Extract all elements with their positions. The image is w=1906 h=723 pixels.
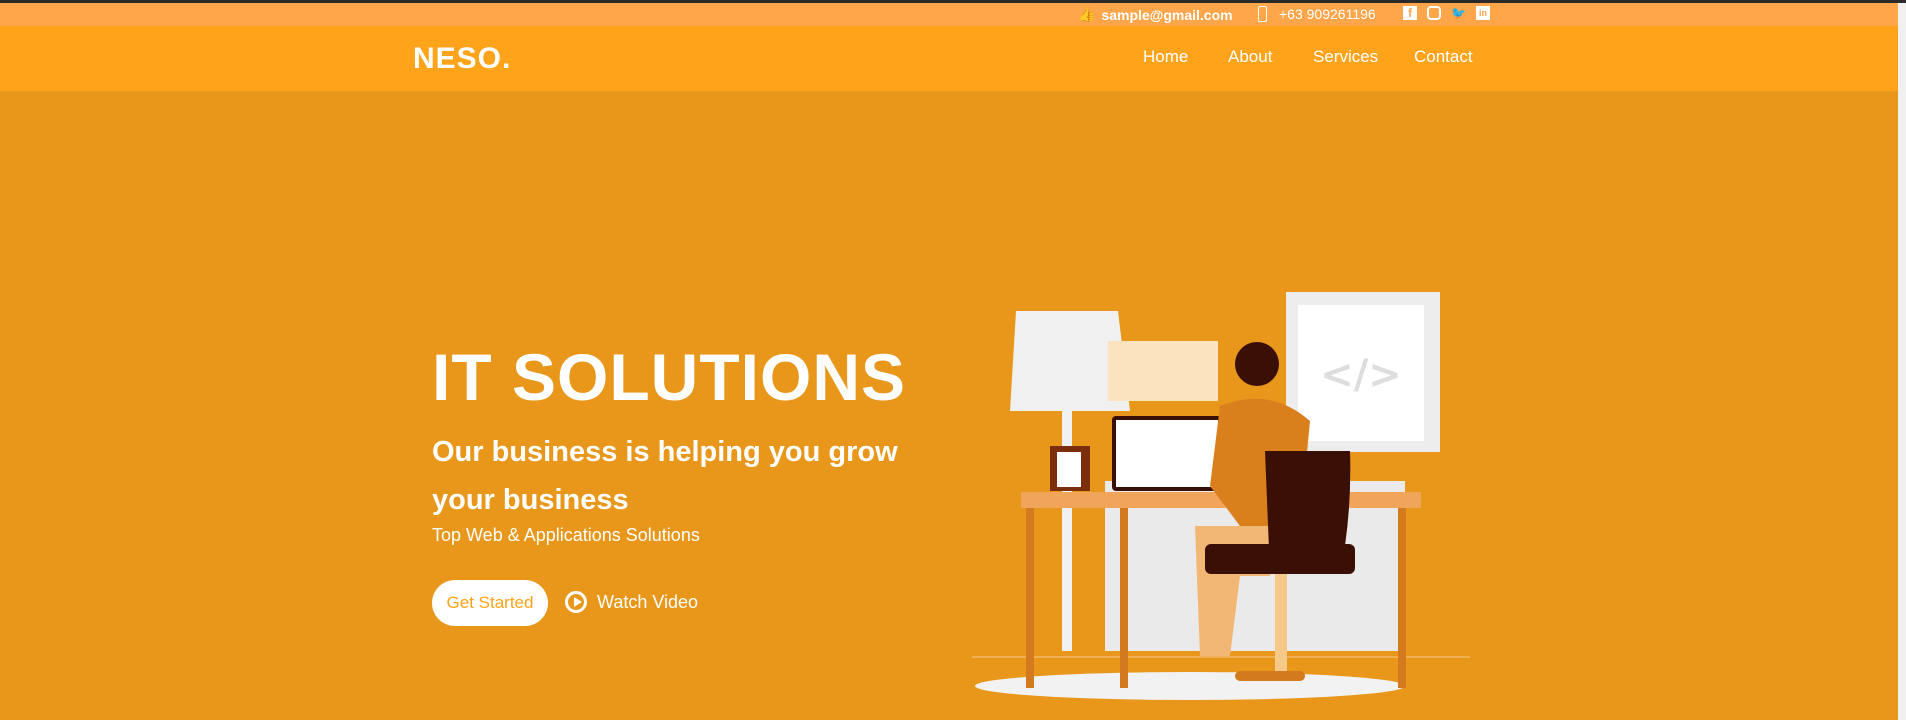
scrollbar[interactable] bbox=[1898, 3, 1906, 723]
phone-text: +63 909261196 bbox=[1279, 6, 1376, 22]
twitter-icon[interactable]: 🐦 bbox=[1451, 6, 1466, 20]
instagram-icon[interactable] bbox=[1427, 6, 1441, 20]
nav-about[interactable]: About bbox=[1228, 47, 1272, 67]
developer-illustration: </> bbox=[972, 292, 1470, 700]
email-text: sample@gmail.com bbox=[1101, 6, 1233, 23]
nav-services[interactable]: Services bbox=[1313, 47, 1378, 67]
email-contact[interactable]: 👍 sample@gmail.com bbox=[1078, 6, 1233, 23]
nav-contact[interactable]: Contact bbox=[1414, 47, 1473, 67]
play-icon bbox=[565, 591, 587, 613]
hero-section: IT SOLUTIONS Our business is helping you… bbox=[0, 91, 1898, 720]
phone-icon bbox=[1258, 6, 1267, 22]
hero-tagline: Top Web & Applications Solutions bbox=[432, 525, 700, 545]
thumbs-up-icon: 👍 bbox=[1078, 6, 1096, 22]
phone-contact[interactable]: +63 909261196 bbox=[1258, 6, 1376, 22]
facebook-icon[interactable]: f bbox=[1403, 6, 1417, 20]
nav-home[interactable]: Home bbox=[1143, 47, 1188, 67]
hero-subtitle: Our business is helping you grow your bu… bbox=[432, 436, 898, 516]
code-symbol: </> bbox=[1320, 352, 1402, 398]
navbar: NESO. Home About Services Contact bbox=[0, 26, 1898, 91]
linkedin-icon[interactable]: in bbox=[1475, 6, 1490, 20]
hero-title: IT SOLUTIONS bbox=[432, 340, 906, 414]
logo[interactable]: NESO. bbox=[413, 42, 511, 76]
watch-video-label: Watch Video bbox=[597, 591, 699, 612]
watch-video-button[interactable]: Watch Video bbox=[565, 591, 698, 613]
get-started-button[interactable]: Get Started bbox=[432, 580, 548, 626]
top-bar: 👍 sample@gmail.com +63 909261196 f 🐦 in bbox=[0, 3, 1898, 26]
